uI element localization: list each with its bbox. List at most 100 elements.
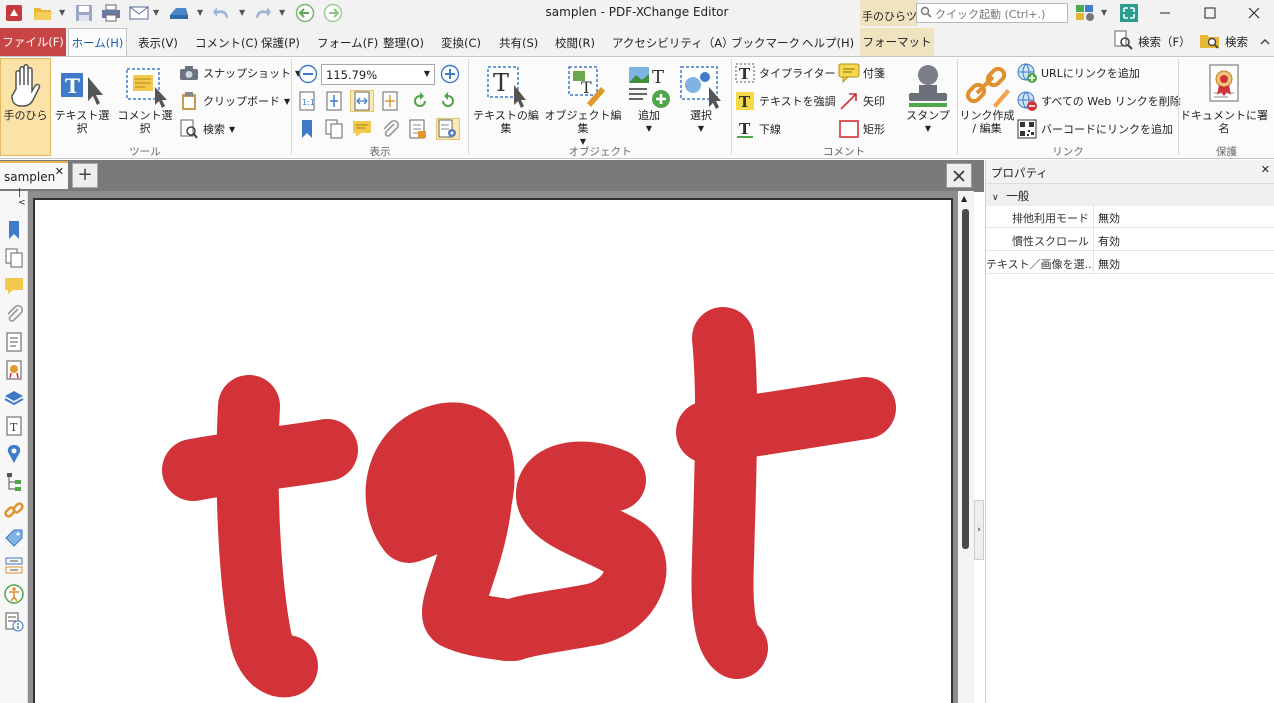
attachments-panel-icon[interactable] — [3, 303, 25, 325]
document-tab[interactable]: samplen ✕ — [0, 161, 68, 189]
rectangle-button[interactable]: 矩形 — [838, 118, 885, 140]
fullscreen-icon[interactable] — [1118, 3, 1140, 23]
scroll-up-icon[interactable]: ▲ — [961, 194, 967, 203]
panel-collapse-icon[interactable]: |< — [18, 188, 28, 208]
tools-search-button[interactable]: 検索 ▼ — [178, 118, 235, 140]
save-icon[interactable] — [73, 3, 95, 23]
close-document-button[interactable] — [946, 163, 972, 188]
search-panel-label[interactable]: 検索（F） — [1138, 34, 1191, 50]
reading-order-panel-icon[interactable] — [3, 611, 25, 633]
select-object-button[interactable]: 選択 ▼ — [675, 61, 727, 135]
scan-icon[interactable] — [168, 3, 190, 23]
stamp-button[interactable]: スタンプ ▼ — [901, 61, 955, 135]
thumbnails-panel-icon[interactable] — [3, 247, 25, 269]
comments-list-icon[interactable] — [3, 275, 25, 297]
highlight-text-button[interactable]: T テキストを強調 — [734, 90, 836, 112]
fit-visible-icon[interactable] — [378, 90, 402, 112]
sticky-note-button[interactable]: 付箋 — [838, 62, 885, 84]
menu-file[interactable]: ファイル(F) — [0, 28, 66, 56]
undo-dropdown-icon[interactable]: ▼ — [239, 8, 245, 17]
clipboard-button[interactable]: クリップボード ▼ — [178, 90, 290, 112]
zoom-out-icon[interactable] — [296, 63, 320, 85]
app-logo-icon[interactable] — [3, 3, 25, 23]
open-dropdown-icon[interactable]: ▼ — [59, 8, 65, 17]
hand-tool-button[interactable]: 手のひら — [1, 61, 50, 122]
maximize-button[interactable] — [1188, 0, 1232, 26]
comment-select-button[interactable]: コメント選択 — [114, 61, 176, 135]
view-settings-icon[interactable] — [436, 118, 460, 140]
menu-view[interactable]: 表示(V) — [138, 35, 178, 51]
bookmarks-icon[interactable] — [295, 118, 319, 140]
order-panel-icon[interactable] — [3, 555, 25, 577]
sign-document-button[interactable]: ドキュメントに署名 — [1180, 61, 1268, 135]
property-row[interactable]: 排他利用モード 無効 — [986, 205, 1274, 228]
add-url-link-button[interactable]: URLにリンクを追加 — [1016, 62, 1140, 84]
new-tab-button[interactable]: + — [72, 163, 98, 188]
comments-panel-icon[interactable] — [350, 118, 374, 140]
layers-panel-icon[interactable] — [3, 387, 25, 409]
close-panel-icon[interactable]: ✕ — [1261, 163, 1270, 176]
ui-options-icon[interactable] — [1074, 3, 1096, 23]
text-select-button[interactable]: T テキスト選択 — [51, 61, 113, 135]
barcode-link-button[interactable]: バーコードにリンクを追加 — [1016, 118, 1173, 140]
search-folder-icon[interactable] — [1199, 30, 1221, 50]
print-icon[interactable] — [100, 3, 122, 23]
menu-form[interactable]: フォーム(F) — [317, 35, 378, 51]
right-panel-collapse-handle[interactable]: › — [974, 500, 984, 560]
minimize-button[interactable] — [1143, 0, 1187, 26]
zoom-in-icon[interactable] — [438, 63, 462, 85]
forward-icon[interactable] — [322, 3, 344, 23]
menu-comment[interactable]: コメント(C) — [195, 35, 258, 51]
property-value[interactable]: 無効 — [1098, 210, 1120, 226]
add-object-button[interactable]: T 追加 ▼ — [624, 61, 674, 135]
menu-help[interactable]: ヘルプ(H) — [802, 35, 854, 51]
undo-icon[interactable] — [211, 3, 233, 23]
vertical-scrollbar[interactable]: ▲ — [958, 191, 974, 703]
close-tab-icon[interactable]: ✕ — [55, 165, 64, 178]
menu-home[interactable]: ホーム(H) — [68, 28, 127, 57]
links-panel-icon[interactable] — [3, 499, 25, 521]
content-panel-icon[interactable] — [3, 331, 25, 353]
edit-object-button[interactable]: T オブジェクト編集 ▼ — [543, 61, 623, 148]
search-panel-icon[interactable] — [1112, 30, 1134, 50]
rotate-right-icon[interactable] — [436, 90, 460, 112]
ui-options-dropdown-icon[interactable]: ▼ — [1101, 8, 1107, 17]
actual-size-icon[interactable]: 1:1 — [295, 90, 319, 112]
attachments-icon[interactable] — [378, 118, 402, 140]
back-icon[interactable] — [294, 3, 316, 23]
destinations-panel-icon[interactable] — [3, 443, 25, 465]
bookmarks-panel-icon[interactable] — [3, 219, 25, 241]
menu-organize[interactable]: 整理(O) — [383, 35, 424, 51]
close-window-button[interactable] — [1232, 0, 1274, 26]
open-folder-icon[interactable] — [32, 3, 54, 23]
email-icon[interactable] — [128, 3, 150, 23]
menu-protect[interactable]: 保護(P) — [261, 35, 300, 51]
ink-annotation[interactable] — [162, 307, 896, 698]
property-value[interactable]: 無効 — [1098, 256, 1120, 272]
edit-text-button[interactable]: T テキストの編集 — [470, 61, 542, 135]
create-link-button[interactable]: リンク作成 / 編集 — [959, 61, 1015, 135]
typewriter-button[interactable]: T タイプライター — [734, 62, 836, 84]
redo-dropdown-icon[interactable]: ▼ — [279, 8, 285, 17]
quick-launch-search[interactable]: クイック起動 (Ctrl+.) — [916, 3, 1068, 23]
search-label[interactable]: 検索 — [1225, 34, 1248, 50]
arrow-button[interactable]: 矢印 — [838, 90, 885, 112]
property-row[interactable]: テキスト／画像を選... 無効 — [986, 251, 1274, 274]
zoom-level-select[interactable]: 115.79% ▼ — [321, 64, 435, 85]
menu-accessibility[interactable]: アクセシビリティ（A） — [612, 35, 734, 51]
property-value[interactable]: 有効 — [1098, 233, 1120, 249]
ribbon-collapse-icon[interactable] — [1259, 32, 1271, 52]
menu-bookmark[interactable]: ブックマーク — [731, 35, 800, 51]
tags-panel-icon[interactable] — [3, 527, 25, 549]
menu-share[interactable]: 共有(S) — [499, 35, 538, 51]
email-dropdown-icon[interactable]: ▼ — [153, 8, 159, 17]
signatures-panel-icon[interactable] — [3, 359, 25, 381]
redo-icon[interactable] — [251, 3, 273, 23]
menu-format[interactable]: フォーマット — [860, 28, 934, 56]
snapshot-button[interactable]: スナップショット ▼ — [178, 62, 301, 84]
remove-web-links-button[interactable]: すべての Web リンクを削除 — [1016, 90, 1181, 112]
properties-section-general[interactable]: ∨ 一般 — [986, 184, 1274, 206]
fit-width-icon[interactable] — [350, 90, 374, 112]
pages-panel-icon[interactable] — [322, 118, 346, 140]
menu-review[interactable]: 校閲(R) — [555, 35, 595, 51]
